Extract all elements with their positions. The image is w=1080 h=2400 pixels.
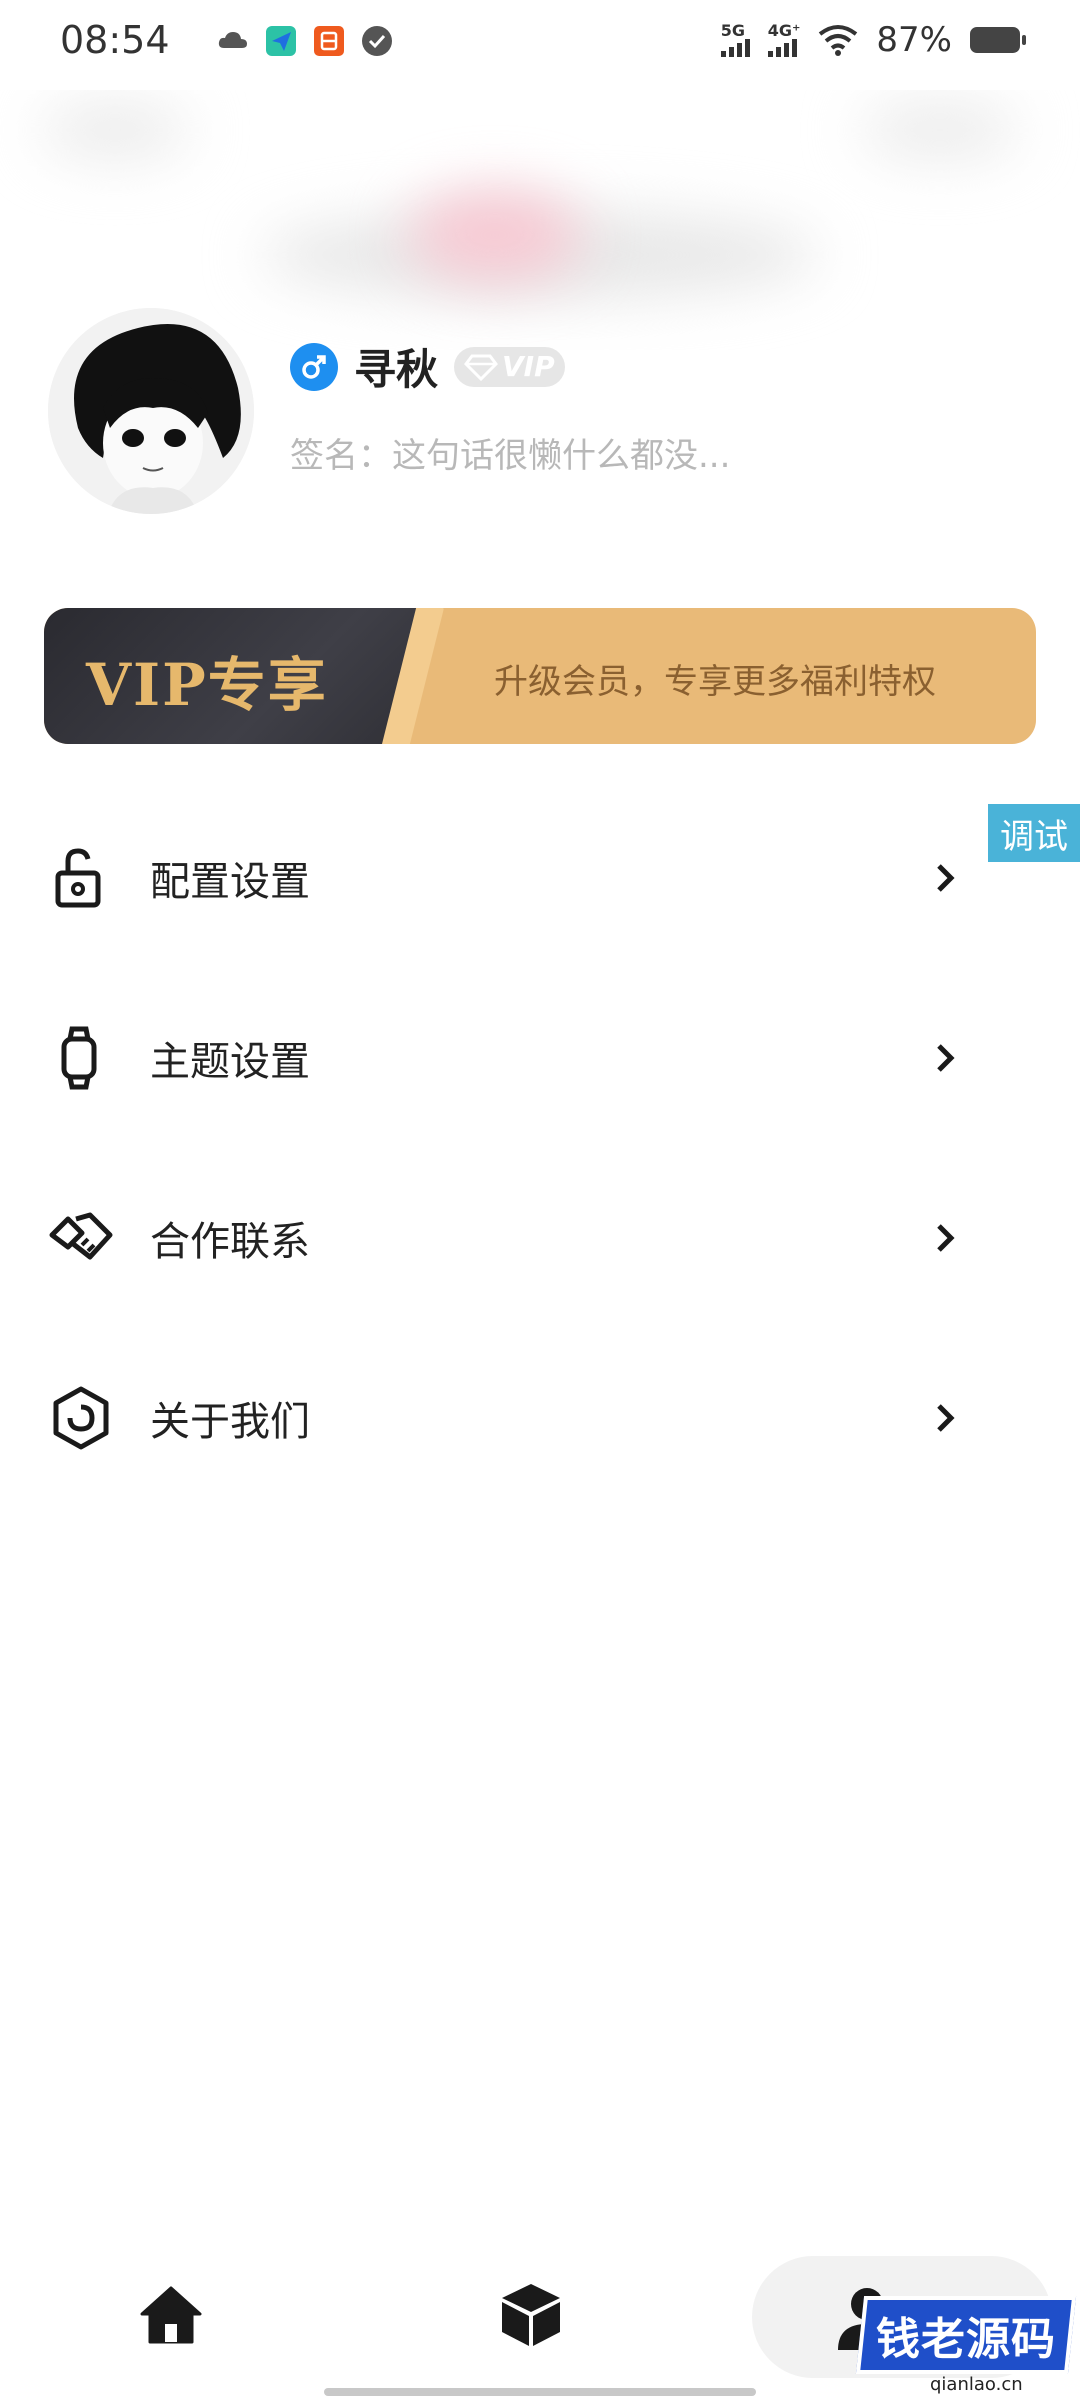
signal-5g-icon: 5G — [720, 21, 750, 57]
status-bar: 08:54 5G 4G⁺ 87% — [0, 0, 1080, 86]
watermark-logo: 钱老源码 qianlao.cn — [855, 2296, 1077, 2395]
hexagon-icon — [53, 1386, 109, 1450]
net2-label: 4G⁺ — [767, 21, 801, 40]
name-row: 寻秋 VIP — [290, 336, 565, 397]
app-badge-icon — [314, 26, 344, 56]
menu-item-label: 合作联系 — [150, 1219, 310, 1265]
menu-item-cooperation[interactable]: 合作联系 — [0, 1178, 1080, 1298]
vip-banner-title: VIP专享 — [86, 651, 328, 719]
chevron-right-icon — [937, 864, 955, 892]
vip-banner-description: 升级会员，专享更多福利特权 — [494, 662, 936, 702]
profile-page: 08:54 5G 4G⁺ 87% 寻秋 VIP 签名：这句话很懒什么都没... … — [0, 0, 1080, 2400]
status-right: 5G 4G⁺ 87% — [720, 20, 1026, 60]
menu-item-about-us[interactable]: 关于我们 — [0, 1358, 1080, 1478]
signature: 签名：这句话很懒什么都没... — [290, 436, 731, 476]
vip-banner[interactable]: VIP专享 升级会员，专享更多福利特权 — [44, 608, 1036, 744]
diamond-icon — [464, 354, 498, 381]
watch-icon — [61, 1026, 97, 1090]
vip-badge: VIP — [454, 346, 565, 387]
menu-item-config-settings[interactable]: 配置设置 — [0, 818, 1080, 938]
menu-item-label: 配置设置 — [150, 859, 310, 905]
wifi-icon — [819, 25, 858, 56]
user-name: 寻秋 — [354, 345, 439, 394]
home-icon[interactable] — [136, 2280, 206, 2350]
signal-4g-icon: 4G⁺ — [767, 21, 801, 57]
battery-percent: 87% — [876, 20, 952, 60]
handshake-icon — [49, 1212, 113, 1260]
notification-icons — [216, 24, 394, 58]
send-app-icon — [266, 26, 296, 56]
status-time: 08:54 — [60, 18, 170, 62]
watermark-url: qianlao.cn — [930, 2374, 1023, 2395]
check-circle-icon — [362, 26, 392, 56]
chevron-right-icon — [937, 1404, 955, 1432]
chevron-right-icon — [937, 1224, 955, 1252]
menu-item-label: 主题设置 — [150, 1039, 310, 1085]
net1-label: 5G — [720, 21, 745, 40]
avatar-image — [48, 308, 254, 514]
menu-item-label: 关于我们 — [150, 1399, 310, 1445]
menu-item-theme-settings[interactable]: 主题设置 — [0, 998, 1080, 1118]
battery-icon — [970, 27, 1026, 53]
chevron-right-icon — [937, 1044, 955, 1072]
avatar[interactable] — [48, 308, 254, 514]
watermark-brand: 钱老源码 — [876, 2314, 1056, 2365]
unlock-icon — [55, 848, 101, 908]
watermark-box: 钱老源码 — [855, 2296, 1077, 2374]
box-icon[interactable] — [496, 2280, 566, 2350]
home-indicator[interactable] — [324, 2388, 756, 2396]
vip-badge-label: VIP — [502, 350, 555, 383]
cloud-icon — [218, 32, 247, 48]
male-icon — [290, 342, 338, 391]
